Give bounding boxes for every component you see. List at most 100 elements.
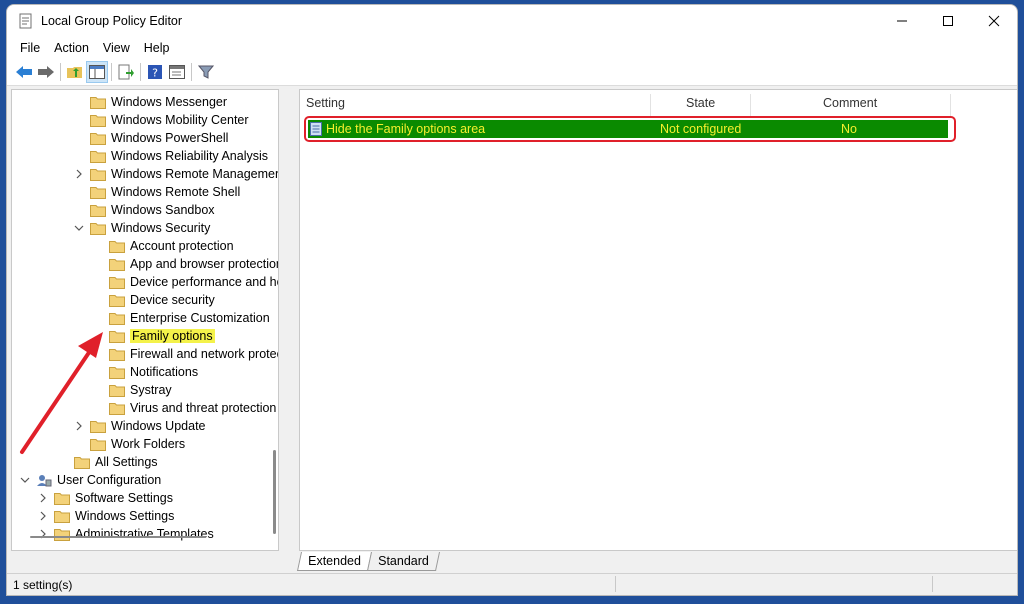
tree-item[interactable]: App and browser protection xyxy=(109,255,279,273)
help-button[interactable]: ? xyxy=(144,61,166,83)
tree-item[interactable]: Windows Reliability Analysis xyxy=(90,147,268,165)
up-one-level-button[interactable] xyxy=(64,61,86,83)
tree-item-label: Device performance and he xyxy=(130,275,279,289)
tree-item[interactable]: Account protection xyxy=(109,237,234,255)
menu-file[interactable]: File xyxy=(13,41,47,55)
folder-icon xyxy=(90,132,106,145)
folder-icon xyxy=(90,114,106,127)
filter-icon xyxy=(198,65,214,79)
forward-button[interactable] xyxy=(35,61,57,83)
all-settings-folder-icon xyxy=(74,456,90,469)
show-hide-tree-button[interactable] xyxy=(86,61,108,83)
tree-item[interactable]: Notifications xyxy=(109,363,198,381)
toolbar-separator xyxy=(111,63,112,81)
column-header-setting[interactable]: Setting xyxy=(306,96,345,114)
status-text: 1 setting(s) xyxy=(13,578,73,592)
column-header-state[interactable]: State xyxy=(686,96,715,114)
back-arrow-icon xyxy=(16,66,32,78)
toolbar-separator xyxy=(140,63,141,81)
export-list-icon xyxy=(118,64,134,80)
minimize-button[interactable] xyxy=(879,5,925,37)
export-list-button[interactable] xyxy=(115,61,137,83)
folder-icon xyxy=(54,510,70,523)
tree-item-label: Windows Update xyxy=(111,419,206,433)
tree-item-selected[interactable]: Family options xyxy=(109,327,215,345)
tree-item[interactable]: Windows Messenger xyxy=(90,93,227,111)
tree-item[interactable]: Windows Update xyxy=(76,417,206,435)
folder-icon xyxy=(90,420,106,433)
maximize-icon xyxy=(943,16,953,26)
gpedit-window: Local Group Policy Editor File Action Vi… xyxy=(6,4,1018,596)
vertical-scrollbar[interactable] xyxy=(273,450,276,534)
column-divider[interactable] xyxy=(950,94,951,116)
tree-item[interactable]: Windows Mobility Center xyxy=(90,111,249,129)
tree-item-label: User Configuration xyxy=(57,473,162,487)
tree-item[interactable]: Firewall and network protec xyxy=(109,345,278,363)
tree-item[interactable]: Enterprise Customization xyxy=(109,309,270,327)
tree-item[interactable]: Administrative Templates xyxy=(40,525,214,543)
tab-standard[interactable]: Standard xyxy=(366,552,440,571)
column-divider[interactable] xyxy=(650,94,651,116)
tree-item-label: Windows Mobility Center xyxy=(111,113,249,127)
tree-item[interactable]: Device performance and he xyxy=(109,273,279,291)
tree-item-label: Windows Remote Management xyxy=(111,167,279,181)
folder-icon xyxy=(109,312,125,325)
folder-icon xyxy=(109,276,125,289)
tree-item-label: Virus and threat protection xyxy=(130,401,277,415)
tree-item[interactable]: Windows Settings xyxy=(40,507,175,525)
chevron-right-icon[interactable] xyxy=(74,421,84,431)
menu-view[interactable]: View xyxy=(96,41,137,55)
console-tree-pane[interactable]: Windows Messenger Windows Mobility Cente… xyxy=(11,89,279,551)
tree-item[interactable]: Windows PowerShell xyxy=(90,129,228,147)
tree-item[interactable]: All Settings xyxy=(74,453,158,471)
filter-button[interactable] xyxy=(195,61,217,83)
tree-item[interactable]: Windows Sandbox xyxy=(90,201,215,219)
maximize-button[interactable] xyxy=(925,5,971,37)
tree-item[interactable]: Virus and threat protection xyxy=(109,399,276,417)
settings-list-pane[interactable]: Setting State Comment Hide the Family op… xyxy=(299,89,1017,551)
tree-item[interactable]: Windows Remote Shell xyxy=(90,183,240,201)
tree-item-label: Work Folders xyxy=(111,437,186,451)
close-button[interactable] xyxy=(971,5,1017,37)
tree-item[interactable]: User Configuration xyxy=(20,471,162,489)
svg-text:?: ? xyxy=(152,67,158,80)
view-tabs: Extended Standard xyxy=(296,552,440,572)
tree-item[interactable]: Device security xyxy=(109,291,215,309)
menu-help[interactable]: Help xyxy=(137,41,177,55)
back-button[interactable] xyxy=(13,61,35,83)
chevron-right-icon[interactable] xyxy=(38,493,48,503)
tree-item-label: App and browser protection xyxy=(130,257,279,271)
policy-editor-icon xyxy=(19,13,32,29)
tree-item-label-highlighted: Family options xyxy=(130,329,215,343)
folder-open-icon xyxy=(90,222,106,235)
properties-button[interactable] xyxy=(166,61,188,83)
minimize-icon xyxy=(897,20,907,22)
folder-icon xyxy=(90,150,106,163)
tree-item-label: All Settings xyxy=(95,455,158,469)
tree-item[interactable]: Windows Security xyxy=(74,219,210,237)
close-icon xyxy=(988,15,1000,27)
properties-icon xyxy=(169,65,185,79)
chevron-right-icon[interactable] xyxy=(38,511,48,521)
column-header-comment[interactable]: Comment xyxy=(823,96,877,114)
folder-icon xyxy=(109,384,125,397)
tree-item[interactable]: Systray xyxy=(109,381,172,399)
tree-item-label: Windows Messenger xyxy=(111,95,228,109)
tree-item-label: Windows Settings xyxy=(75,509,175,523)
chevron-down-icon[interactable] xyxy=(20,475,30,485)
folder-icon xyxy=(90,204,106,217)
tab-extended[interactable]: Extended xyxy=(296,552,372,571)
tree-item[interactable]: Software Settings xyxy=(40,489,173,507)
chevron-right-icon[interactable] xyxy=(74,169,84,179)
tree-item-label: Windows PowerShell xyxy=(111,131,229,145)
folder-icon xyxy=(54,492,70,505)
horizontal-scrollbar[interactable] xyxy=(30,536,206,538)
tree-item-label: Windows Reliability Analysis xyxy=(111,149,269,163)
menu-action[interactable]: Action xyxy=(47,41,96,55)
tree-item[interactable]: Work Folders xyxy=(90,435,185,453)
chevron-down-icon[interactable] xyxy=(74,223,84,233)
title-bar[interactable]: Local Group Policy Editor xyxy=(7,5,1017,37)
folder-icon xyxy=(109,294,125,307)
column-divider[interactable] xyxy=(750,94,751,116)
tree-item[interactable]: Windows Remote Management xyxy=(76,165,279,183)
